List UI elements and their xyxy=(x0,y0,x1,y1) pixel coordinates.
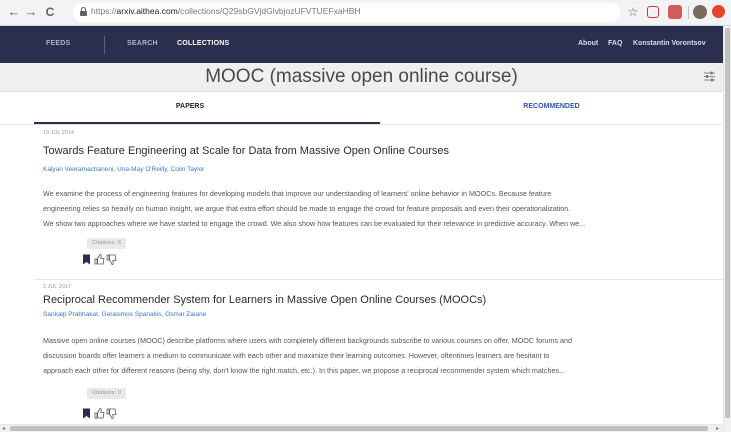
tab-recommended[interactable]: RECOMMENDED xyxy=(380,103,723,110)
paper-date: 19 JUL 2014 xyxy=(43,130,74,136)
abstract-line: engineering relies so heavily on human i… xyxy=(43,204,571,213)
back-arrow-icon[interactable]: ← xyxy=(6,4,22,20)
profile-avatar-icon[interactable] xyxy=(693,5,707,19)
pocket-extension-icon[interactable] xyxy=(647,6,659,18)
abstract-line: Massive open online courses (MOOC) descr… xyxy=(43,336,573,345)
scroll-right-icon[interactable]: ▸ xyxy=(716,426,719,432)
tab-bar: PAPERS RECOMMENDED xyxy=(0,92,723,125)
paper-authors[interactable]: Kalyan Veeramachaneni, Una-May O'Reilly,… xyxy=(43,166,204,173)
nav-feeds[interactable]: FEEDS xyxy=(46,40,70,47)
thumbs-up-icon[interactable] xyxy=(94,408,105,419)
filter-settings-icon[interactable] xyxy=(704,71,715,82)
forward-arrow-icon[interactable]: → xyxy=(23,4,39,20)
abstract-line: discussion boards offer learners a mediu… xyxy=(43,351,550,360)
abstract-line: We show two approaches where we have sta… xyxy=(43,219,586,228)
opera-extension-icon[interactable] xyxy=(712,5,725,18)
nav-divider xyxy=(104,36,105,54)
paper-title[interactable]: Towards Feature Engineering at Scale for… xyxy=(43,145,449,157)
citations-badge: Citations: 6 xyxy=(87,238,126,249)
paper-date: 2 JUL 2017 xyxy=(43,284,71,290)
reload-icon[interactable]: C xyxy=(42,4,58,20)
paper-title[interactable]: Reciprocal Recommender System for Learne… xyxy=(43,294,486,306)
paper-abstract: We examine the process of engineering fe… xyxy=(43,186,715,231)
nav-user[interactable]: Konstantin Vorontsov xyxy=(633,40,706,47)
url-text[interactable]: https://arxiv.aithea.com/collections/Q29… xyxy=(91,6,361,16)
paper-actions xyxy=(81,408,121,420)
vertical-scrollbar[interactable] xyxy=(723,26,731,432)
scroll-left-icon[interactable]: ◂ xyxy=(2,426,5,432)
extension-icon[interactable] xyxy=(668,5,682,19)
paper-actions xyxy=(81,254,121,266)
abstract-line: We examine the process of engineering fe… xyxy=(43,189,552,198)
paper-authors[interactable]: Sankalp Prabhakar, Gerasimos Spanakis, O… xyxy=(43,311,206,318)
vertical-scroll-thumb[interactable] xyxy=(725,28,730,418)
abstract-line: approach each other for different reason… xyxy=(43,366,566,375)
horizontal-scroll-thumb[interactable] xyxy=(10,426,708,431)
nav-faq[interactable]: FAQ xyxy=(608,40,622,47)
paper-abstract: Massive open online courses (MOOC) descr… xyxy=(43,333,715,378)
address-bar[interactable]: https://arxiv.aithea.com/collections/Q29… xyxy=(73,3,620,22)
bookmark-icon[interactable] xyxy=(81,408,92,419)
thumbs-down-icon[interactable] xyxy=(106,254,117,265)
lock-icon xyxy=(80,7,87,16)
toolbar-separator xyxy=(688,6,689,19)
nav-collections[interactable]: COLLECTIONS xyxy=(177,40,229,47)
nav-search[interactable]: SEARCH xyxy=(127,40,158,47)
thumbs-down-icon[interactable] xyxy=(106,408,117,419)
bookmark-icon[interactable] xyxy=(81,254,92,265)
tab-papers[interactable]: PAPERS xyxy=(0,103,380,110)
page-title: MOOC (massive open online course) xyxy=(205,66,518,87)
bookmark-star-icon[interactable]: ☆ xyxy=(625,4,641,20)
paper-divider xyxy=(34,279,723,280)
thumbs-up-icon[interactable] xyxy=(94,254,105,265)
horizontal-scrollbar[interactable]: ◂ ▸ xyxy=(0,424,723,432)
nav-about[interactable]: About xyxy=(578,40,598,47)
browser-toolbar: ← → C https://arxiv.aithea.com/collectio… xyxy=(0,0,731,26)
collection-header: MOOC (massive open online course) xyxy=(0,63,723,92)
active-tab-indicator xyxy=(34,122,380,124)
citations-badge: Citations: 0 xyxy=(87,388,126,399)
app-navbar: FEEDS SEARCH COLLECTIONS About FAQ Konst… xyxy=(0,26,723,63)
